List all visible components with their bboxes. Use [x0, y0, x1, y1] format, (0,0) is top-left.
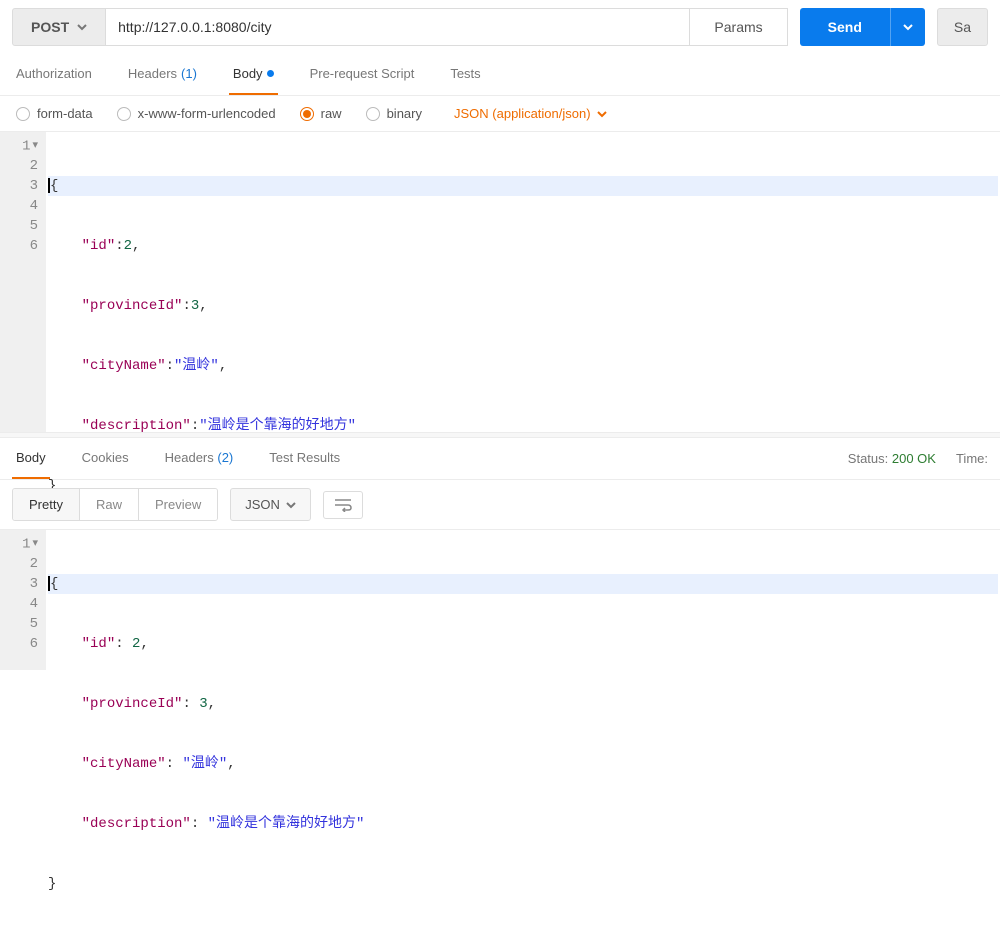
modified-dot-icon: [267, 70, 274, 77]
http-method-label: POST: [31, 19, 69, 35]
radio-icon: [117, 107, 131, 121]
resp-tab-headers[interactable]: Headers (2): [161, 438, 238, 479]
resp-tab-body[interactable]: Body: [12, 438, 50, 479]
code-area[interactable]: { "id":2, "provinceId":3, "cityName":"温岭…: [46, 132, 1000, 432]
wrap-icon: [334, 498, 352, 512]
radio-raw[interactable]: raw: [300, 106, 342, 121]
content-type-select[interactable]: JSON (application/json): [454, 106, 607, 121]
view-pretty[interactable]: Pretty: [13, 489, 79, 520]
chevron-down-icon: [903, 22, 913, 32]
tab-authorization[interactable]: Authorization: [12, 54, 96, 95]
response-body-editor[interactable]: 1▾ 2 3 4 5 6 { "id": 2, "provinceId": 3,…: [0, 530, 1000, 670]
radio-label: raw: [321, 106, 342, 121]
radio-icon: [300, 107, 314, 121]
resp-tab-headers-count: (2): [217, 450, 233, 465]
tab-tests[interactable]: Tests: [446, 54, 484, 95]
send-dropdown-button[interactable]: [890, 8, 925, 46]
format-label: JSON: [245, 497, 280, 512]
wrap-lines-button[interactable]: [323, 491, 363, 519]
status-value: 200 OK: [892, 451, 936, 466]
url-input[interactable]: [106, 8, 690, 46]
radio-label: x-www-form-urlencoded: [138, 106, 276, 121]
view-preview[interactable]: Preview: [138, 489, 217, 520]
radio-icon: [366, 107, 380, 121]
http-method-select[interactable]: POST: [12, 8, 106, 46]
save-button[interactable]: Sa: [937, 8, 988, 46]
content-type-label: JSON (application/json): [454, 106, 591, 121]
request-body-editor[interactable]: 1▾ 2 3 4 5 6 { "id":2, "provinceId":3, "…: [0, 132, 1000, 432]
radio-urlencoded[interactable]: x-www-form-urlencoded: [117, 106, 276, 121]
chevron-down-icon: [286, 500, 296, 510]
radio-label: form-data: [37, 106, 93, 121]
response-meta: Status: 200 OK Time:: [848, 451, 988, 466]
code-area[interactable]: { "id": 2, "provinceId": 3, "cityName": …: [46, 530, 1000, 670]
tab-headers-count: (1): [181, 66, 197, 81]
view-mode-tabs: Pretty Raw Preview: [12, 488, 218, 521]
resp-tab-cookies[interactable]: Cookies: [78, 438, 133, 479]
view-raw[interactable]: Raw: [79, 489, 138, 520]
radio-label: binary: [387, 106, 422, 121]
resp-tab-headers-label: Headers: [165, 450, 214, 465]
radio-icon: [16, 107, 30, 121]
line-gutter: 1▾ 2 3 4 5 6: [0, 132, 46, 432]
tab-body-label: Body: [233, 66, 263, 81]
line-gutter: 1▾ 2 3 4 5 6: [0, 530, 46, 670]
time-label: Time:: [956, 451, 988, 466]
tab-body[interactable]: Body: [229, 54, 278, 95]
chevron-down-icon: [77, 22, 87, 32]
radio-form-data[interactable]: form-data: [16, 106, 93, 121]
params-button[interactable]: Params: [690, 8, 787, 46]
tab-pre-request[interactable]: Pre-request Script: [306, 54, 419, 95]
format-select[interactable]: JSON: [230, 488, 311, 521]
send-button[interactable]: Send: [800, 8, 890, 46]
chevron-down-icon: [597, 109, 607, 119]
tab-headers-label: Headers: [128, 66, 177, 81]
resp-tab-tests[interactable]: Test Results: [265, 438, 344, 479]
radio-binary[interactable]: binary: [366, 106, 422, 121]
tab-headers[interactable]: Headers (1): [124, 54, 201, 95]
